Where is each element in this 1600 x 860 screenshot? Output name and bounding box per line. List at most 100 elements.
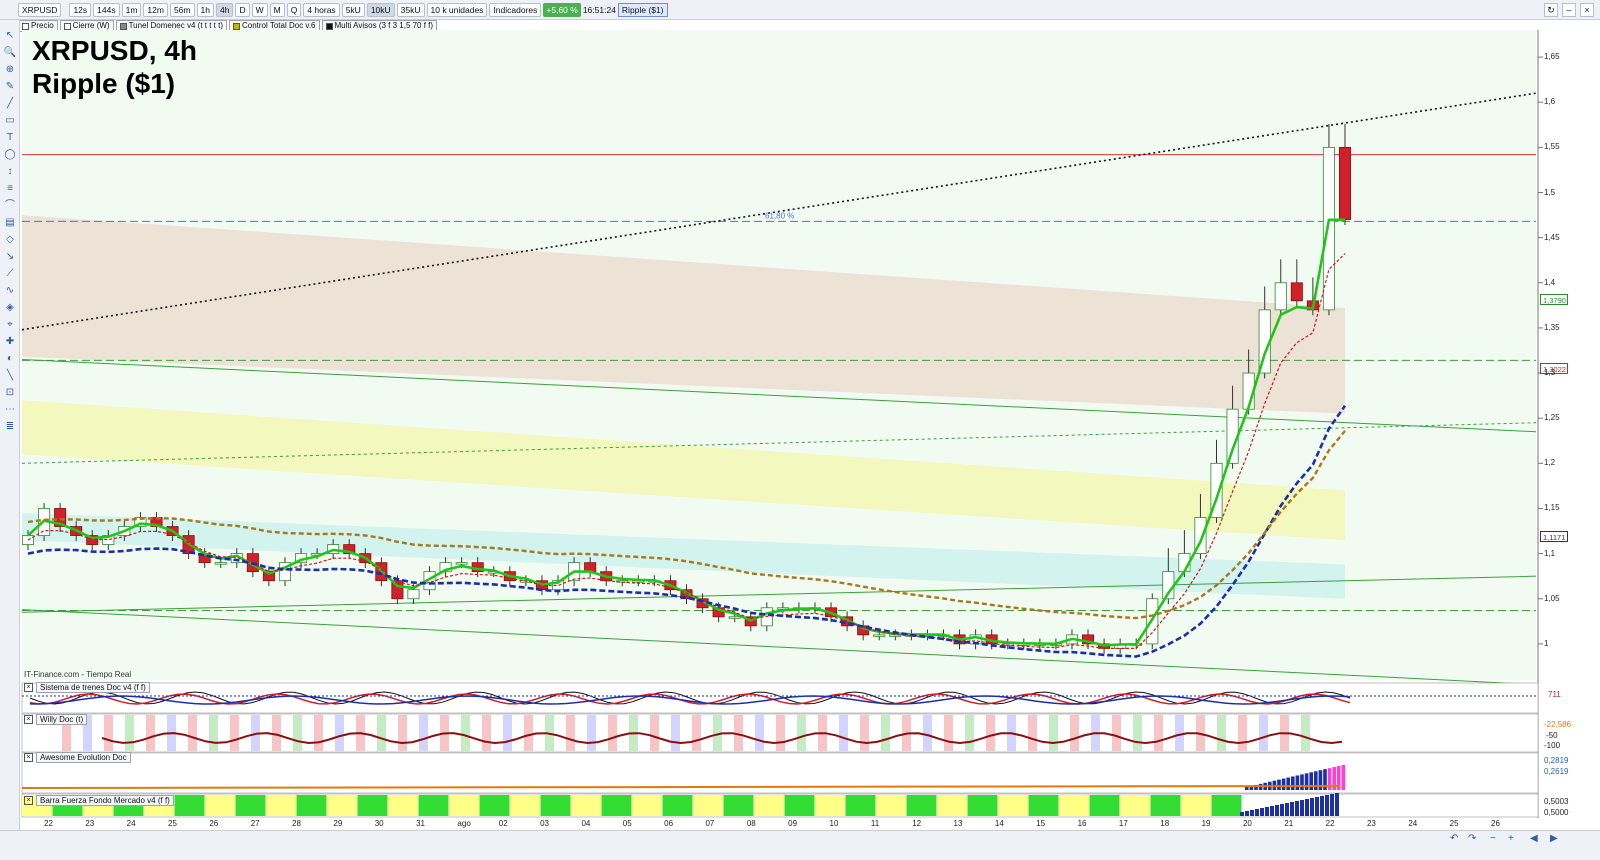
fuerza-block	[540, 795, 571, 816]
fuerza-block	[998, 795, 1028, 816]
zoom-in-icon[interactable]: +	[1508, 833, 1514, 844]
willy-column	[1217, 715, 1226, 751]
price-tick-label: 1,5	[1544, 187, 1556, 197]
willy-column	[398, 715, 407, 751]
willy-column	[419, 715, 428, 751]
time-tick-label: 16	[1077, 819, 1087, 828]
willy-column	[587, 715, 596, 751]
willy-column	[1112, 715, 1121, 751]
fuerza-bar	[1255, 809, 1259, 816]
awesome-bar	[1309, 772, 1313, 790]
candle-body	[1274, 282, 1287, 311]
fuerza-block	[174, 795, 205, 816]
willy-column	[104, 715, 113, 751]
willy-column	[671, 715, 680, 751]
willy-column	[377, 715, 386, 751]
willy-column	[1301, 715, 1310, 751]
time-tick-label: 30	[374, 819, 384, 828]
fuerza-block	[571, 795, 601, 816]
fuerza-bar	[1265, 807, 1269, 816]
fuerza-block	[449, 795, 479, 816]
awesome-bar	[1281, 778, 1286, 790]
panel-close-icon[interactable]: ×	[24, 715, 33, 724]
fuerza-bar	[1245, 811, 1249, 816]
candle-body	[455, 562, 468, 565]
p3-value-b: 0,2619	[1544, 767, 1569, 776]
willy-column	[293, 715, 302, 751]
p2-value: -22,586	[1544, 720, 1572, 729]
time-tick-label: 28	[292, 819, 301, 828]
undo-icon[interactable]: ↶	[1450, 833, 1458, 844]
willy-column	[125, 715, 134, 751]
panel-willy-title[interactable]: Willy Doc (t)	[36, 714, 88, 725]
willy-column	[503, 715, 512, 751]
willy-column	[1049, 715, 1058, 751]
time-tick-label: 07	[705, 819, 715, 828]
panel-trenes-title[interactable]: Sistema de trenes Doc v4 (f f)	[36, 682, 150, 693]
time-tick-label: 05	[622, 819, 632, 828]
bottom-toolbar: ↶ ↷ − + ◀ ▶	[0, 830, 1600, 860]
fuerza-block	[357, 795, 388, 816]
candle-body	[1338, 146, 1352, 220]
willy-column	[272, 715, 281, 751]
panel-fuerza-title[interactable]: Barra Fuerza Fondo Mercado v4 (f f)	[36, 795, 174, 806]
time-tick-label: 26	[1491, 819, 1500, 828]
price-tick-label: 1,6	[1544, 97, 1556, 107]
fuerza-block	[723, 795, 754, 816]
price-chart[interactable]: 61,80 %	[0, 0, 1600, 830]
redo-icon[interactable]: ↷	[1468, 833, 1476, 844]
time-tick-label: 22	[1325, 819, 1335, 828]
scroll-right-icon[interactable]: ▶	[1550, 833, 1558, 844]
time-tick-label: 26	[209, 819, 219, 828]
panel-awesome-title[interactable]: Awesome Evolution Doc	[36, 752, 131, 763]
fuerza-block	[784, 795, 815, 816]
panel-close-icon[interactable]: ×	[24, 796, 33, 805]
willy-column	[692, 715, 701, 751]
willy-column	[188, 715, 197, 751]
fuerza-block	[479, 795, 510, 816]
willy-column	[839, 715, 848, 751]
time-tick-label: 08	[746, 819, 756, 828]
fuerza-bar	[1260, 808, 1264, 816]
price-tick-label: 1,35	[1544, 322, 1560, 332]
time-tick-label: 13	[953, 819, 963, 828]
panel-close-icon[interactable]: ×	[24, 753, 33, 762]
zoom-out-icon[interactable]: −	[1490, 833, 1496, 844]
panel-willy-header: × Willy Doc (t)	[24, 714, 88, 725]
time-tick-label: 11	[870, 819, 880, 828]
price-tick-label: 1,45	[1544, 232, 1560, 242]
fuerza-block	[296, 795, 327, 816]
chart-title: XRPUSD, 4h Ripple ($1)	[32, 34, 197, 100]
price-tick-label: 1,25	[1544, 413, 1560, 423]
fuerza-bar	[1310, 798, 1314, 816]
fuerza-bar	[1335, 793, 1339, 816]
fuerza-block	[876, 795, 906, 816]
willy-column	[1133, 715, 1142, 751]
p4-value-b: 0,5000	[1544, 808, 1569, 817]
awesome-bar	[1277, 779, 1281, 790]
fuerza-block	[1150, 795, 1181, 816]
fuerza-bar	[1270, 806, 1274, 816]
time-tick-label: 20	[1242, 819, 1252, 828]
time-tick-label: 29	[333, 819, 343, 828]
time-tick-label: 09	[788, 819, 798, 828]
scroll-left-icon[interactable]: ◀	[1530, 833, 1538, 844]
time-tick-label: 25	[168, 819, 177, 828]
fuerza-block	[1211, 795, 1242, 816]
fuerza-block	[632, 795, 662, 816]
willy-column	[230, 715, 239, 751]
candle-body	[728, 616, 741, 619]
fuerza-bar	[1330, 794, 1334, 816]
panel-close-icon[interactable]: ×	[24, 683, 33, 692]
p4-value-a: 0,5003	[1544, 797, 1569, 806]
time-tick-label: 14	[994, 819, 1004, 828]
fuerza-block	[418, 795, 449, 816]
time-tick-label: 10	[829, 819, 839, 828]
willy-column	[524, 715, 533, 751]
p2-level-100: -100	[1544, 741, 1561, 750]
time-tick-label: 06	[664, 819, 674, 828]
fuerza-block	[937, 795, 967, 816]
p3-value-a: 0,2819	[1544, 756, 1569, 765]
fuerza-block	[845, 795, 876, 816]
price-tick-label: 1,1	[1544, 548, 1556, 558]
